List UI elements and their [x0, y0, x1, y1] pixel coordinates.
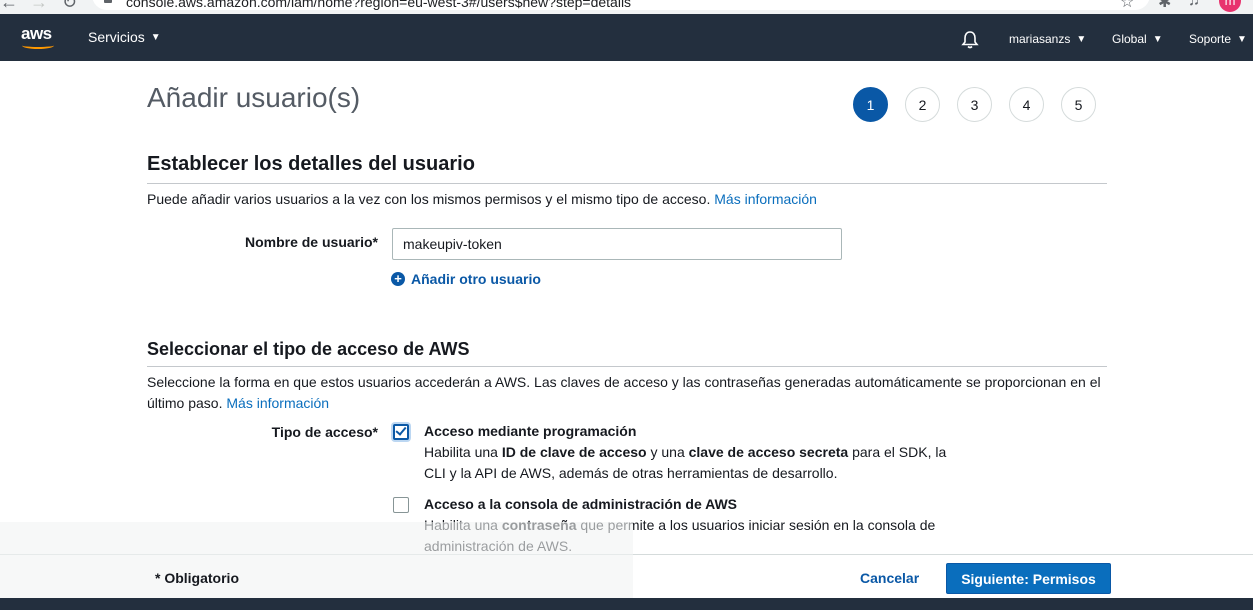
- services-label: Servicios: [88, 29, 145, 45]
- account-label: mariasanzs: [1009, 32, 1071, 46]
- extensions-icon[interactable]: ✱: [1158, 0, 1171, 12]
- services-menu[interactable]: Servicios ▼: [88, 29, 161, 45]
- media-control-icon[interactable]: ♫: [1188, 0, 1200, 10]
- url-text[interactable]: console.aws.amazon.com/iam/home?region=e…: [126, 0, 631, 10]
- forward-arrow-icon[interactable]: →: [30, 0, 48, 13]
- description-text: Puede añadir varios usuarios a la vez co…: [147, 191, 711, 207]
- option-title[interactable]: Acceso a la consola de administración de…: [424, 494, 964, 515]
- footer-left-panel: [0, 522, 633, 599]
- access-type-heading: Seleccionar el tipo de acceso de AWS: [147, 339, 470, 359]
- console-footer-bar: [0, 598, 1253, 610]
- page-title: Añadir usuario(s): [147, 82, 361, 113]
- aws-logo-text: aws: [21, 24, 52, 43]
- caret-down-icon: ▼: [150, 31, 161, 43]
- wizard-footer: * Obligatorio Cancelar Siguiente: Permis…: [0, 522, 1253, 599]
- support-label: Soporte: [1189, 32, 1232, 46]
- cancel-button[interactable]: Cancelar: [860, 570, 919, 586]
- console-access-checkbox[interactable]: [393, 497, 409, 513]
- region-label: Global: [1112, 32, 1147, 46]
- option-description: Habilita una ID de clave de acceso y una…: [424, 442, 964, 484]
- section-divider: [147, 183, 1107, 184]
- desc-text: Habilita una: [424, 444, 502, 460]
- programmatic-access-checkbox[interactable]: [393, 424, 409, 440]
- add-another-user-button[interactable]: + Añadir otro usuario: [391, 271, 541, 287]
- desc-text: y una: [646, 444, 689, 460]
- wizard-step-2[interactable]: 2: [905, 87, 940, 122]
- region-menu[interactable]: Global ▼: [1112, 32, 1163, 46]
- wizard-step-5[interactable]: 5: [1061, 87, 1096, 122]
- aws-smile-icon: [22, 42, 54, 49]
- plus-circle-icon: +: [391, 272, 405, 286]
- required-note: * Obligatorio: [155, 570, 239, 586]
- caret-down-icon: ▼: [1076, 33, 1087, 45]
- lock-icon: [104, 0, 112, 3]
- checkmark-icon: [395, 424, 407, 436]
- add-user-label: Añadir otro usuario: [411, 271, 541, 287]
- access-type-description: Seleccione la forma en que estos usuario…: [147, 372, 1107, 414]
- programmatic-access-option: Acceso mediante programación Habilita un…: [424, 421, 964, 484]
- account-menu[interactable]: mariasanzs ▼: [1009, 32, 1086, 46]
- aws-top-nav: aws Servicios ▼ mariasanzs ▼ Global ▼ So…: [0, 14, 1253, 61]
- username-label: Nombre de usuario*: [244, 234, 378, 250]
- back-arrow-icon[interactable]: ←: [0, 0, 18, 13]
- user-details-description: Puede añadir varios usuarios a la vez co…: [147, 189, 817, 210]
- wizard-steps: 1 2 3 4 5: [853, 87, 1096, 122]
- browser-toolbar: ← → ↻ console.aws.amazon.com/iam/home?re…: [0, 0, 1253, 14]
- next-permissions-button[interactable]: Siguiente: Permisos: [946, 563, 1111, 594]
- more-info-link[interactable]: Más información: [226, 395, 329, 411]
- caret-down-icon: ▼: [1237, 33, 1247, 45]
- caret-down-icon: ▼: [1152, 33, 1163, 45]
- access-type-label: Tipo de acceso*: [271, 424, 378, 440]
- profile-avatar[interactable]: m: [1219, 0, 1241, 12]
- support-menu[interactable]: Soporte ▼: [1189, 32, 1247, 46]
- desc-bold: clave de acceso secreta: [688, 444, 849, 460]
- desc-bold: ID de clave de acceso: [501, 444, 647, 460]
- wizard-step-1[interactable]: 1: [853, 87, 888, 122]
- wizard-step-4[interactable]: 4: [1009, 87, 1044, 122]
- user-details-heading: Establecer los detalles del usuario: [147, 153, 475, 175]
- wizard-step-3[interactable]: 3: [957, 87, 992, 122]
- aws-logo[interactable]: aws: [21, 24, 55, 52]
- option-title[interactable]: Acceso mediante programación: [424, 421, 964, 442]
- more-info-link[interactable]: Más información: [714, 191, 817, 207]
- bell-icon[interactable]: [960, 30, 980, 50]
- reload-icon[interactable]: ↻: [62, 0, 77, 13]
- bookmark-star-icon[interactable]: ☆: [1120, 0, 1134, 12]
- section-divider: [147, 366, 1107, 367]
- username-input[interactable]: [392, 228, 842, 260]
